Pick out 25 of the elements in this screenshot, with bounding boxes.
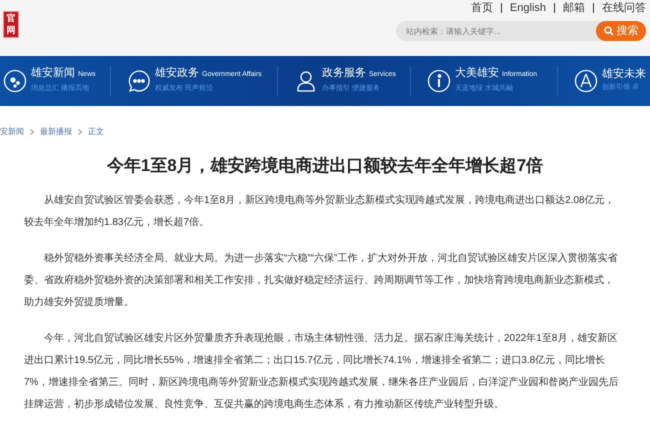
drafting-compass-icon bbox=[574, 69, 598, 93]
top-link[interactable]: 首页 bbox=[470, 0, 493, 16]
seal-logo[interactable]: 官网 bbox=[3, 11, 19, 38]
article-title: 今年1至8月，雄安跨境电商进出口额较去年全年增长超7倍 bbox=[106, 155, 544, 177]
top-link[interactable]: 在线问答 bbox=[602, 0, 646, 16]
breadcrumb-link[interactable]: 最新播报 bbox=[40, 126, 72, 138]
article-paragraph: 稳外贸稳外资事关经济全局、就业大局。为进一步落实“六稳”“六保”工作，扩大对外开放，河北自贸试验区雄安片区深入贯彻落实省委、省政府稳外贸稳外资的决策部署和相关工作安排，扎实做好稳定经济运行、跨周期调节等工作，加快培育跨境电商新业态新模式，助力雄安外贸提质增量。 bbox=[24, 252, 618, 310]
search-field[interactable]: 站内检索：请输入关键字... bbox=[396, 21, 606, 41]
chevron-icon bbox=[30, 129, 34, 135]
chat-bubble-icon bbox=[127, 69, 151, 93]
breadcrumb-link[interactable]: 安新闻 bbox=[0, 126, 24, 138]
article-paragraph: 从雄安自贸试验区管委会获悉，今年1至8月，新区跨境电商等外贸新业态新模式实现跨越式发展，跨境电商进出口额达2.08亿元，较去年全年增加约1.83亿元，增长超7倍。 bbox=[24, 194, 616, 230]
nav-title: 政务服务 bbox=[322, 66, 366, 80]
dots-circle-icon bbox=[3, 69, 27, 93]
nav-title: 雄安政务 bbox=[155, 66, 199, 80]
search-icon bbox=[604, 26, 614, 36]
nav-title: 雄安新闻 bbox=[31, 66, 75, 80]
article-paragraph: 今年，河北自贸试验区雄安片区外贸量质齐升表现抢眼，市场主体韧性强、活力足。据石家庄海关统计，2022年1至8月，雄安新区进出口累计19.5亿元，同比增长55%，增速排全省第二；出口15.7亿元，同比增长74.1%，增速排全省第二；进口3.8亿元，同比增长7%，增速排全省第三。同时，新区跨境电商等外贸新业态新模式实现跨越式发展，继朱各庄产业园后，白洋淀产业园和昝岗产业园先后挂牌运营，初步形成错位发展、良性竞争、互促共赢的跨境电商生态体系，有力推动新区传统产业转型升级。 bbox=[24, 332, 620, 412]
top-link[interactable]: 邮箱 bbox=[563, 0, 585, 16]
nav-title: 大美雄安 bbox=[455, 66, 499, 80]
chevron-icon bbox=[78, 129, 82, 135]
nav-title: 雄安未来 bbox=[602, 67, 646, 81]
top-link[interactable]: English bbox=[510, 0, 546, 16]
info-icon bbox=[427, 69, 451, 93]
breadcrumb-link[interactable]: 正文 bbox=[88, 126, 104, 138]
